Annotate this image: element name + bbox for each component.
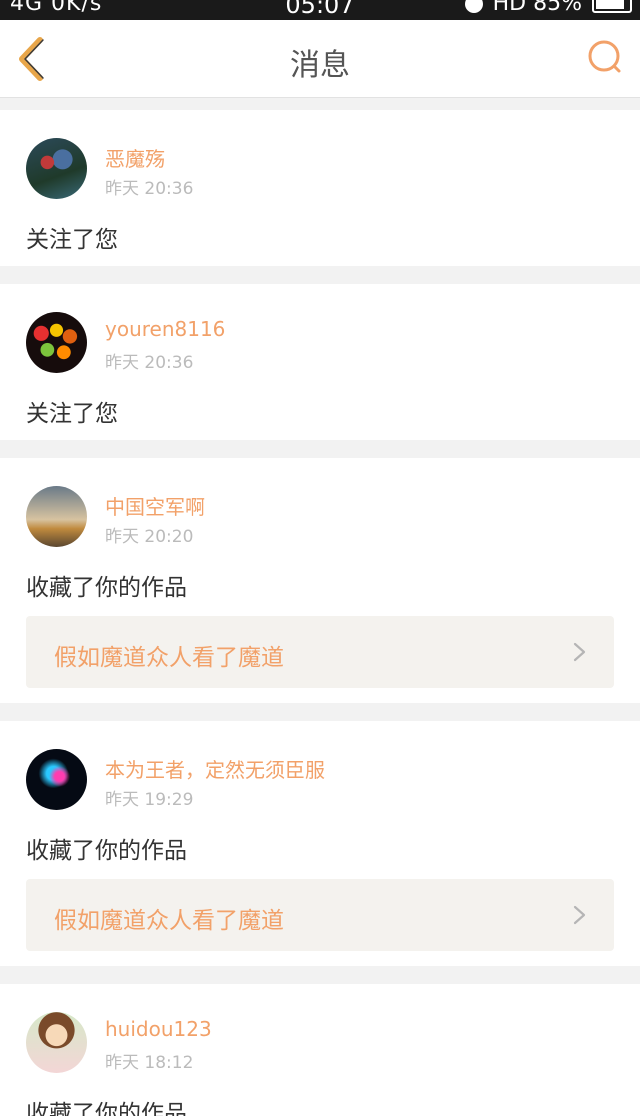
notification-item: youren8116 昨天 20:36 关注了您 bbox=[0, 284, 640, 440]
page-title: 消息 bbox=[290, 48, 350, 83]
nav-bar: 消息 bbox=[0, 20, 640, 98]
timestamp: 昨天 20:20 bbox=[105, 527, 194, 547]
timestamp: 昨天 20:36 bbox=[105, 353, 194, 373]
chevron-right-icon bbox=[573, 905, 586, 925]
avatar[interactable] bbox=[26, 138, 87, 199]
username[interactable]: huidou123 bbox=[105, 1017, 212, 1041]
alarm-icon bbox=[464, 0, 483, 13]
work-title: 假如魔道众人看了魔道 bbox=[54, 908, 284, 934]
notification-text: 收藏了你的作品 bbox=[26, 575, 187, 601]
notification-item: 中国空军啊 昨天 20:20 收藏了你的作品 假如魔道众人看了魔道 bbox=[0, 458, 640, 703]
notification-text: 关注了您 bbox=[26, 227, 118, 253]
username[interactable]: 恶魔殇 bbox=[105, 143, 165, 172]
avatar[interactable] bbox=[26, 486, 87, 547]
notification-list: 恶魔殇 昨天 20:36 关注了您 youren8116 昨天 20:36 关注… bbox=[0, 110, 640, 1116]
username[interactable]: 本为王者，定然无须臣服 bbox=[105, 754, 325, 783]
timestamp: 昨天 18:12 bbox=[105, 1053, 194, 1073]
avatar[interactable] bbox=[26, 1012, 87, 1073]
username[interactable]: 中国空军啊 bbox=[105, 491, 205, 520]
work-title: 假如魔道众人看了魔道 bbox=[54, 645, 284, 671]
notification-item: huidou123 昨天 18:12 收藏了你的作品 bbox=[0, 984, 640, 1116]
work-link[interactable]: 假如魔道众人看了魔道 bbox=[26, 879, 614, 951]
notification-text: 收藏了你的作品 bbox=[26, 838, 187, 864]
work-link[interactable]: 假如魔道众人看了魔道 bbox=[26, 616, 614, 688]
username[interactable]: youren8116 bbox=[105, 317, 225, 341]
avatar[interactable] bbox=[26, 312, 87, 373]
battery-icon bbox=[592, 0, 632, 13]
avatar[interactable] bbox=[26, 749, 87, 810]
status-right: HD 85% bbox=[464, 0, 632, 16]
timestamp: 昨天 19:29 bbox=[105, 790, 194, 810]
notification-text: 关注了您 bbox=[26, 401, 118, 427]
chevron-right-icon bbox=[573, 642, 586, 662]
search-button[interactable] bbox=[586, 38, 626, 78]
notification-item: 恶魔殇 昨天 20:36 关注了您 bbox=[0, 110, 640, 266]
notification-text: 收藏了你的作品 bbox=[26, 1101, 187, 1116]
status-bar: 4G 0K/s 05:07 HD 85% bbox=[0, 0, 640, 20]
notification-item: 本为王者，定然无须臣服 昨天 19:29 收藏了你的作品 假如魔道众人看了魔道 bbox=[0, 721, 640, 966]
search-icon bbox=[588, 40, 621, 73]
timestamp: 昨天 20:36 bbox=[105, 179, 194, 199]
status-battery-text: HD 85% bbox=[492, 0, 582, 16]
